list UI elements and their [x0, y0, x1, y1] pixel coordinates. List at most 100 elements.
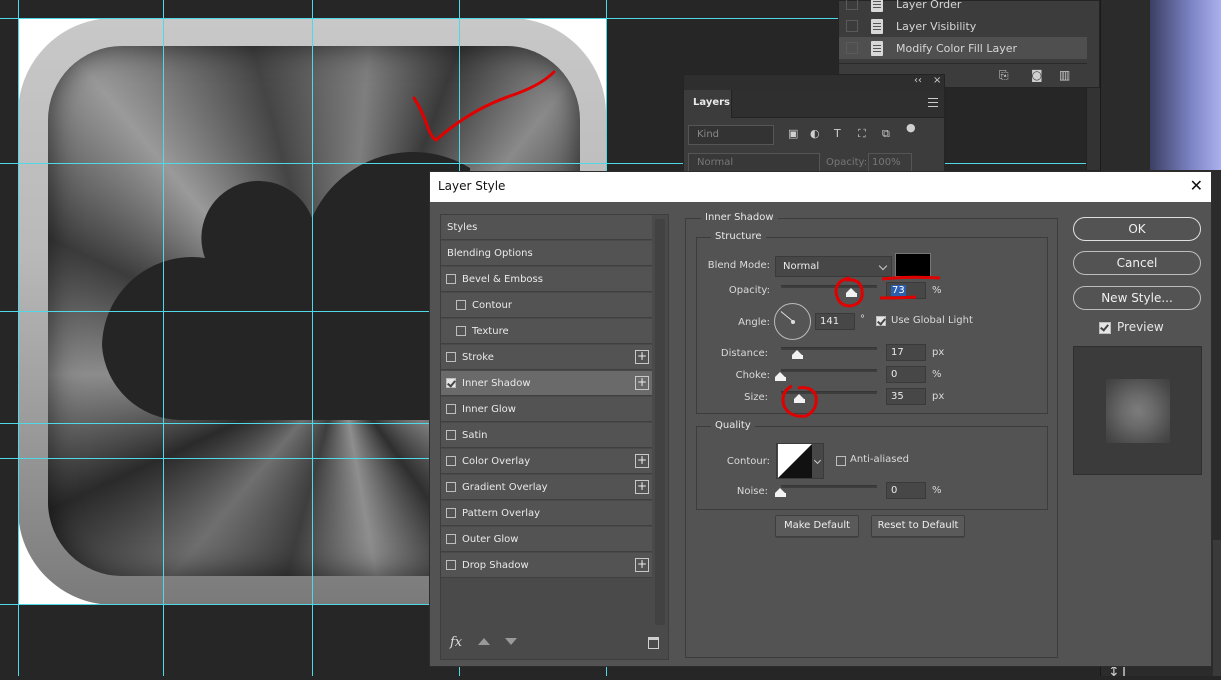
camera-icon[interactable]: ◙ — [1031, 68, 1043, 82]
opacity-field[interactable]: 73 — [886, 282, 926, 299]
shadow-color-swatch[interactable] — [895, 253, 931, 277]
tab-layers[interactable]: Layers — [684, 90, 732, 118]
style-item-pattern-overlay[interactable]: Pattern Overlay — [441, 501, 652, 526]
distance-slider-thumb[interactable] — [792, 350, 803, 359]
smart-object-filter-icon[interactable]: ⧉ — [882, 127, 890, 141]
type-filter-icon[interactable]: T — [834, 127, 841, 140]
style-checkbox[interactable] — [456, 300, 466, 310]
adjustment-filter-icon[interactable]: ◐ — [810, 127, 820, 140]
style-item-satin[interactable]: Satin — [441, 423, 652, 448]
add-effect-plus-icon[interactable]: + — [635, 350, 649, 364]
scrollbar-thumb[interactable] — [655, 219, 665, 625]
ok-button[interactable]: OK — [1073, 217, 1201, 241]
pixel-filter-icon[interactable]: ▣ — [788, 127, 798, 140]
style-checkbox[interactable] — [446, 482, 456, 492]
color-panel-preview[interactable] — [1150, 0, 1221, 170]
guide-line-vertical[interactable] — [312, 0, 313, 676]
make-default-button[interactable]: Make Default — [775, 515, 859, 537]
angle-field[interactable]: 141 — [815, 313, 855, 330]
style-checkbox[interactable] — [446, 456, 456, 466]
style-checkbox[interactable] — [446, 430, 456, 440]
style-item-inner-glow[interactable]: Inner Glow — [441, 397, 652, 422]
guide-line-horizontal[interactable] — [0, 163, 1221, 164]
shape-filter-icon[interactable]: ⛶ — [858, 127, 866, 141]
style-item-color-overlay[interactable]: Color Overlay + — [441, 449, 652, 474]
style-item-texture[interactable]: Texture — [441, 319, 652, 344]
layer-opacity-field[interactable]: 100% — [868, 153, 912, 173]
style-item-label: Color Overlay — [462, 455, 531, 467]
trash-icon[interactable] — [648, 637, 659, 649]
history-item[interactable]: Layer Order — [839, 0, 1087, 15]
trash-icon[interactable]: ▥ — [1059, 68, 1070, 82]
style-item-contour[interactable]: Contour — [441, 293, 652, 318]
style-checkbox[interactable] — [446, 534, 456, 544]
move-down-icon[interactable] — [505, 638, 517, 645]
angle-unit: ° — [860, 314, 865, 325]
opacity-slider-thumb[interactable] — [846, 288, 858, 297]
collapse-icon[interactable]: ‹‹ — [914, 75, 922, 86]
history-item-label: Modify Color Fill Layer — [896, 41, 1018, 55]
style-item-gradient-overlay[interactable]: Gradient Overlay + — [441, 475, 652, 500]
size-field[interactable]: 35 — [886, 388, 926, 405]
add-effect-plus-icon[interactable]: + — [635, 480, 649, 494]
contour-picker[interactable] — [776, 443, 824, 479]
history-item[interactable]: Layer Visibility — [839, 15, 1087, 37]
add-effect-plus-icon[interactable]: + — [635, 376, 649, 390]
style-item-stroke[interactable]: Stroke + — [441, 345, 652, 370]
style-checkbox[interactable] — [446, 560, 456, 570]
guide-line-vertical[interactable] — [18, 0, 19, 676]
style-checkbox[interactable] — [446, 352, 456, 362]
history-item-selected[interactable]: Modify Color Fill Layer — [839, 37, 1087, 59]
chevron-down-icon — [813, 456, 822, 465]
close-icon[interactable]: ✕ — [1190, 176, 1203, 196]
style-checkbox[interactable] — [446, 404, 456, 414]
style-item-drop-shadow[interactable]: Drop Shadow + — [441, 553, 652, 578]
style-checkbox[interactable] — [446, 378, 456, 388]
history-snapshot-checkbox[interactable] — [846, 20, 858, 32]
history-snapshot-checkbox[interactable] — [846, 42, 858, 54]
panel-title-bar[interactable]: ‹‹ × — [684, 75, 944, 90]
filter-toggle-icon[interactable]: ● — [906, 121, 916, 134]
opacity-slider-track[interactable] — [781, 285, 877, 288]
new-style-button[interactable]: New Style... — [1073, 286, 1201, 310]
layers-tab-bar: Layers — [684, 90, 944, 118]
use-global-light-checkbox[interactable] — [876, 316, 886, 326]
close-icon[interactable]: × — [933, 75, 941, 86]
dialog-title-bar[interactable]: Layer Style ✕ — [430, 172, 1211, 202]
style-checkbox[interactable] — [446, 508, 456, 518]
blend-mode-select[interactable]: Normal — [775, 256, 892, 277]
preview-label: Preview — [1117, 320, 1164, 334]
choke-slider-thumb[interactable] — [775, 372, 786, 381]
style-checkbox[interactable] — [456, 326, 466, 336]
preview-checkbox[interactable] — [1099, 322, 1111, 334]
reset-to-default-button[interactable]: Reset to Default — [871, 515, 965, 537]
distance-field[interactable]: 17 — [886, 344, 926, 361]
choke-slider-track[interactable] — [781, 369, 877, 372]
noise-field[interactable]: 0 — [886, 482, 926, 499]
add-effect-plus-icon[interactable]: + — [635, 454, 649, 468]
noise-slider-thumb[interactable] — [775, 488, 786, 497]
fx-icon[interactable]: fx — [450, 635, 462, 650]
size-slider-thumb[interactable] — [794, 394, 805, 403]
cancel-button[interactable]: Cancel — [1073, 251, 1201, 275]
filter-kind-select[interactable]: Kind — [688, 125, 774, 145]
guide-line-vertical[interactable] — [163, 0, 164, 676]
noise-slider-track[interactable] — [781, 485, 877, 488]
choke-field[interactable]: 0 — [886, 366, 926, 383]
angle-dial[interactable] — [774, 303, 811, 340]
styles-list: Styles Blending Options Bevel & Emboss Cont… — [440, 214, 669, 660]
style-item-inner-shadow[interactable]: Inner Shadow + — [441, 371, 652, 396]
history-snapshot-checkbox[interactable] — [846, 0, 858, 10]
move-up-icon[interactable] — [478, 638, 490, 645]
style-item-bevel-emboss[interactable]: Bevel & Emboss — [441, 267, 652, 292]
add-effect-plus-icon[interactable]: + — [635, 558, 649, 572]
style-item-styles[interactable]: Styles — [441, 215, 652, 240]
new-document-from-state-icon[interactable]: ⎘ — [999, 68, 1009, 83]
layer-blend-mode-select[interactable]: Normal — [688, 153, 820, 173]
style-checkbox[interactable] — [446, 274, 456, 284]
anti-aliased-checkbox[interactable] — [836, 456, 846, 466]
right-dock-edge — [1213, 540, 1221, 676]
panel-menu-icon[interactable] — [928, 98, 938, 107]
style-item-outer-glow[interactable]: Outer Glow — [441, 527, 652, 552]
style-item-blending-options[interactable]: Blending Options — [441, 241, 652, 266]
